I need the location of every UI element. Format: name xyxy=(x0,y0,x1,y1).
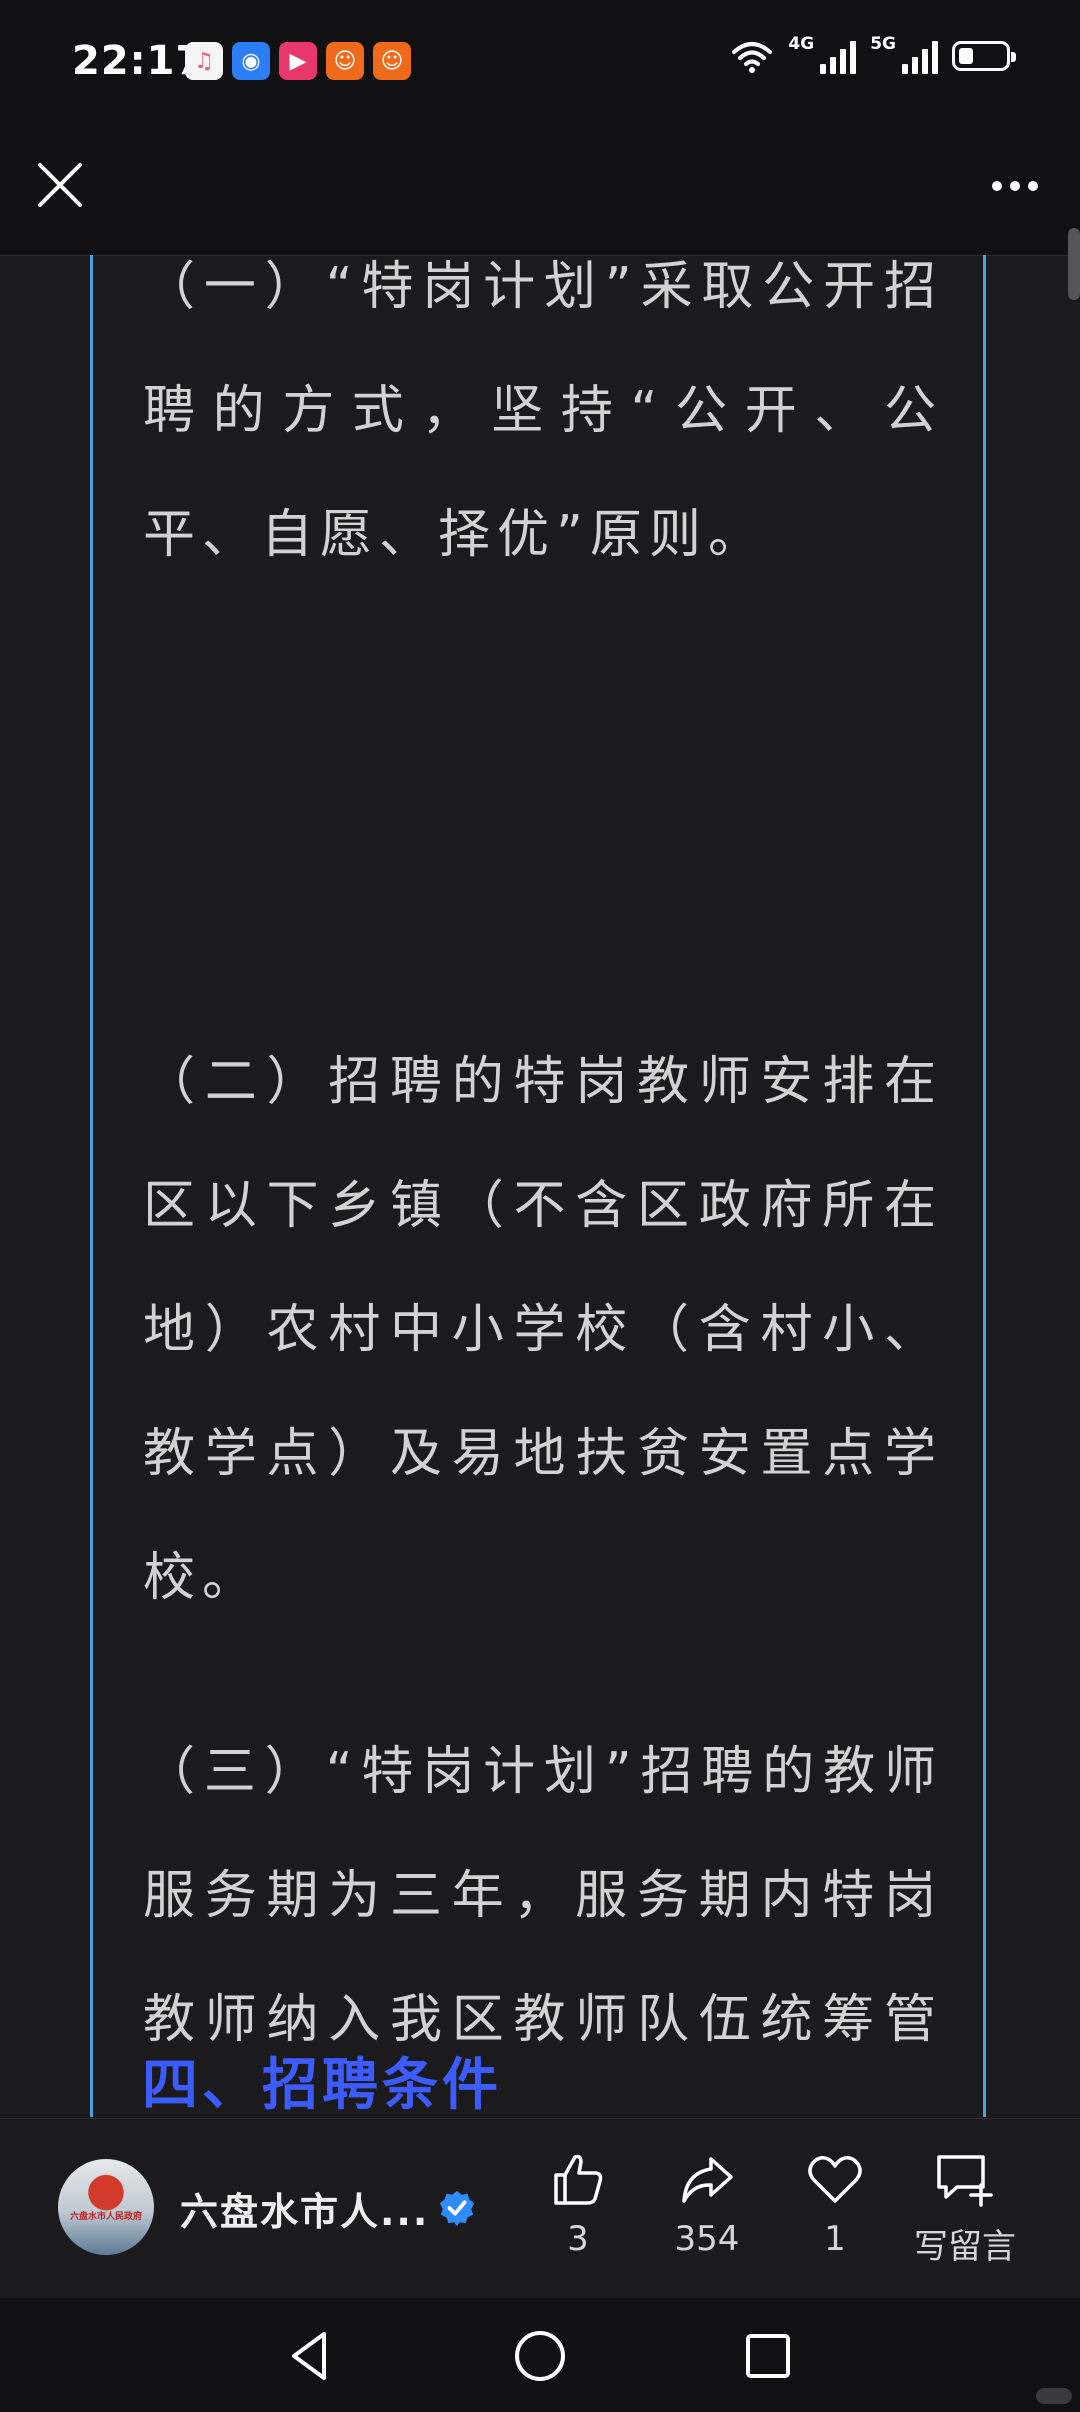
scrollbar[interactable] xyxy=(1068,228,1080,300)
more-icon-dot xyxy=(1028,181,1038,191)
news-app-icon-2: ☺ xyxy=(373,42,411,80)
home-icon xyxy=(515,2331,565,2381)
more-button[interactable] xyxy=(980,161,1050,211)
verified-icon xyxy=(439,2190,475,2227)
watermark-badge xyxy=(1036,2388,1072,2404)
share-count: 354 xyxy=(674,2219,740,2259)
music-app-icon: ♫ xyxy=(185,42,223,80)
article-content[interactable]: （一）“特岗计划”采取公开招聘的方式，坚持“公开、公平、自愿、择优”原则。 （二… xyxy=(90,255,986,2117)
avatar-label: 六盘水市人民政府 xyxy=(69,2212,142,2222)
browser-app-icon: ◉ xyxy=(232,42,270,80)
comment-add-icon xyxy=(937,2155,993,2207)
status-indicators: 4G 5G xyxy=(730,34,1016,74)
video-app-icon: ▶ xyxy=(279,42,317,80)
account-name[interactable]: 六盘水市人... xyxy=(180,2181,429,2236)
home-button[interactable] xyxy=(510,2326,570,2386)
favorite-button[interactable]: 1 xyxy=(780,2149,890,2259)
heart-icon xyxy=(808,2156,862,2203)
share-button[interactable]: 354 xyxy=(652,2149,762,2259)
battery-level xyxy=(959,48,973,64)
news-app-icon: ☺ xyxy=(326,42,364,80)
back-button[interactable] xyxy=(280,2326,340,2386)
notification-icons: ♫ ◉ ▶ ☺ ☺ xyxy=(185,42,411,80)
back-icon xyxy=(292,2332,326,2380)
signal-icon-2 xyxy=(902,38,938,74)
like-count: 3 xyxy=(567,2219,589,2259)
thumbs-up-icon xyxy=(554,2154,603,2205)
bottom-action-bar: 六盘水市人民政府 六盘水市人... 3 354 1 写留言 xyxy=(0,2118,1080,2299)
signal-icon-1 xyxy=(820,38,857,74)
network-type-1: 4G xyxy=(788,34,815,54)
system-navigation-bar xyxy=(0,2298,1080,2412)
recents-button[interactable] xyxy=(738,2326,798,2386)
share-icon xyxy=(682,2157,733,2203)
more-icon-dot xyxy=(992,181,1002,191)
close-button[interactable] xyxy=(30,155,90,215)
battery-icon xyxy=(952,41,1016,71)
avatar[interactable]: 六盘水市人民政府 xyxy=(58,2159,154,2255)
article-paragraph-1: （一）“特岗计划”采取公开招聘的方式，坚持“公开、公平、自愿、择优”原则。 xyxy=(143,257,943,565)
top-navbar xyxy=(0,125,1080,256)
comment-label: 写留言 xyxy=(914,2227,1016,2267)
comment-button[interactable]: 写留言 xyxy=(910,2149,1020,2268)
network-type-2: 5G xyxy=(870,34,896,54)
article-paragraph-2: （二）招聘的特岗教师安排在区以下乡镇（不含区政府所在地）农村中小学校（含村小、教… xyxy=(143,1052,943,1608)
like-button[interactable]: 3 xyxy=(523,2149,633,2259)
wifi-icon xyxy=(732,42,773,73)
section-heading: 四、招聘条件 xyxy=(142,2053,502,2118)
close-icon xyxy=(38,163,82,207)
recents-icon xyxy=(746,2334,790,2378)
more-icon-dot xyxy=(1010,181,1020,191)
favorite-count: 1 xyxy=(824,2219,846,2259)
status-bar: 22:17 ♫ ◉ ▶ ☺ ☺ 4G 5G xyxy=(0,0,1080,125)
